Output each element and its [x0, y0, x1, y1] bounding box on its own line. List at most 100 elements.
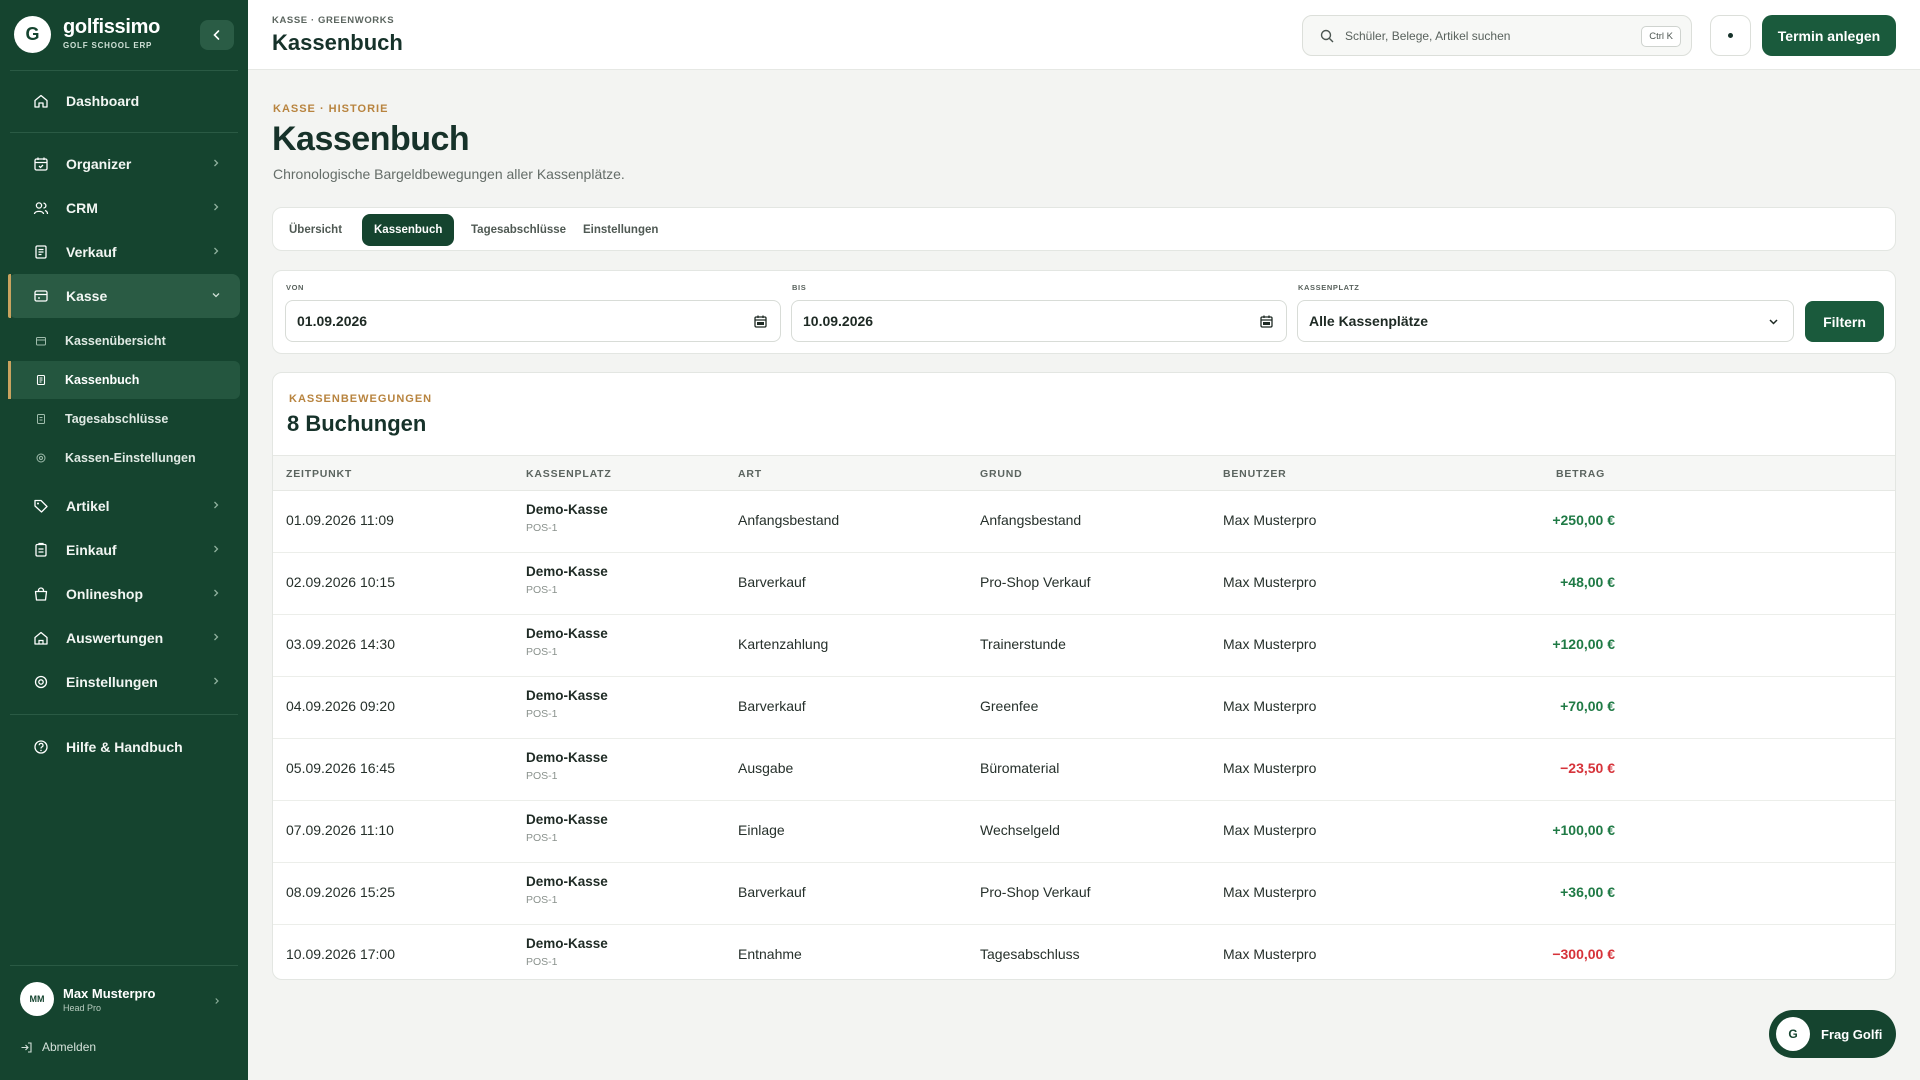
table-row[interactable]: 04.09.2026 09:20 Demo-Kasse POS-1 Barverkau… — [273, 677, 1895, 739]
calendar-icon[interactable] — [753, 314, 768, 329]
cell-time: 01.09.2026 11:09 — [286, 512, 394, 528]
sidebar-item-auswertungen[interactable]: Auswertungen — [8, 616, 240, 660]
sidebar-subitem-kassen-einstellungen[interactable]: Kassen-Einstellungen — [8, 439, 240, 477]
sidebar-divider — [10, 132, 238, 133]
cell-user: Max Musterpro — [1223, 946, 1317, 962]
sidebar-item-organizer[interactable]: Organizer — [8, 142, 240, 186]
user-menu[interactable]: MM Max Musterpro Head Pro — [0, 966, 248, 1026]
column-header[interactable]: ZEITPUNKT — [286, 468, 352, 480]
tag-icon — [32, 497, 50, 515]
settings-icon — [34, 451, 48, 465]
chevron-right-icon — [215, 998, 220, 1004]
receipt-icon — [32, 243, 50, 261]
cell-amount: +100,00 € — [1552, 822, 1615, 838]
cell-amount: −23,50 € — [1560, 760, 1615, 776]
sidebar-item-hilfe[interactable]: Hilfe & Handbuch — [8, 725, 240, 769]
column-header[interactable]: GRUND — [980, 468, 1023, 480]
calendar-icon[interactable] — [1259, 314, 1274, 329]
register-pos: POS-1 — [526, 708, 558, 720]
gear-icon — [32, 673, 50, 691]
tab-uebersicht[interactable]: Übersicht — [277, 214, 354, 246]
table-row[interactable]: 08.09.2026 15:25 Demo-Kasse POS-1 Barverkau… — [273, 863, 1895, 925]
register-label: KASSENPLATZ — [1298, 283, 1360, 292]
tab-kassenbuch[interactable]: Kassenbuch — [362, 214, 455, 246]
user-role: Head Pro — [63, 1003, 102, 1013]
sidebar-item-verkauf[interactable]: Verkauf — [8, 230, 240, 274]
brand-name: golfissimo — [63, 16, 161, 38]
register-name: Demo-Kasse — [526, 626, 608, 641]
sidebar-item-label: Auswertungen — [66, 630, 164, 646]
table-row[interactable]: 05.09.2026 16:45 Demo-Kasse POS-1 Ausgabe Bü… — [273, 739, 1895, 801]
sidebar-item-artikel[interactable]: Artikel — [8, 484, 240, 528]
cell-amount: +250,00 € — [1552, 512, 1615, 528]
filter-button[interactable]: Filtern — [1805, 301, 1884, 342]
table-row[interactable]: 02.09.2026 10:15 Demo-Kasse POS-1 Barverkau… — [273, 553, 1895, 615]
card-title: 8 Buchungen — [287, 411, 427, 436]
cell-reason: Pro-Shop Verkauf — [980, 574, 1091, 590]
chevron-left-icon — [213, 30, 220, 40]
sidebar-subitem-kassenbuch[interactable]: Kassenbuch — [8, 361, 240, 399]
column-header[interactable]: ART — [738, 468, 762, 480]
cell-type: Anfangsbestand — [738, 512, 840, 528]
cell-amount: +36,00 € — [1560, 884, 1615, 900]
sidebar-item-onlineshop[interactable]: Onlineshop — [8, 572, 240, 616]
register-pos: POS-1 — [526, 832, 558, 844]
avatar: MM — [20, 982, 54, 1016]
register-pos: POS-1 — [526, 894, 558, 906]
document-icon — [34, 412, 48, 426]
cell-user: Max Musterpro — [1223, 760, 1317, 776]
column-header[interactable]: BENUTZER — [1223, 468, 1287, 480]
sidebar-subitem-kassenuebersicht[interactable]: Kassenübersicht — [8, 322, 240, 360]
sidebar-item-label: Onlineshop — [66, 586, 143, 602]
table-row[interactable]: 01.09.2026 11:09 Demo-Kasse POS-1 Anfangsbe… — [273, 491, 1895, 553]
register-pos: POS-1 — [526, 646, 558, 658]
sidebar-item-crm[interactable]: CRM — [8, 186, 240, 230]
sidebar-item-einstellungen[interactable]: Einstellungen — [8, 660, 240, 704]
tab-tagesabschluesse[interactable]: Tagesabschlüsse — [459, 214, 578, 246]
assistant-logo: G — [1776, 1017, 1810, 1051]
search-input[interactable] — [1345, 25, 1625, 47]
register-icon — [34, 334, 48, 348]
create-appointment-button[interactable]: Termin anlegen — [1762, 15, 1896, 56]
cell-amount: −300,00 € — [1552, 946, 1615, 962]
cell-type: Ausgabe — [738, 760, 794, 776]
logout-link[interactable]: Abmelden — [20, 1040, 96, 1054]
column-header[interactable]: BETRAG — [1556, 468, 1605, 480]
column-header[interactable]: KASSENPLATZ — [526, 468, 612, 480]
from-date-field[interactable]: 01.09.2026 — [285, 300, 781, 342]
sidebar-item-label: Dashboard — [66, 93, 140, 109]
topbar: KASSE · GREENWORKS Kassenbuch Ctrl K Ter… — [248, 0, 1920, 70]
cell-register: Demo-Kasse POS-1 — [526, 564, 608, 596]
register-pos: POS-1 — [526, 522, 558, 534]
cell-register: Demo-Kasse POS-1 — [526, 812, 608, 844]
cell-amount: +48,00 € — [1560, 574, 1615, 590]
sidebar-item-kasse[interactable]: Kasse — [8, 274, 240, 318]
table-row[interactable]: 07.09.2026 11:10 Demo-Kasse POS-1 Einlage We… — [273, 801, 1895, 863]
cell-reason: Anfangsbestand — [980, 512, 1082, 528]
chevron-right-icon — [214, 677, 219, 685]
sidebar-subitem-label: Kassenübersicht — [65, 334, 166, 348]
to-label: BIS — [792, 283, 807, 292]
to-date-field[interactable]: 10.09.2026 — [791, 300, 1287, 342]
sidebar-divider — [10, 70, 238, 71]
sidebar-divider — [10, 714, 238, 715]
collapse-sidebar-button[interactable] — [200, 20, 234, 50]
register-select[interactable]: Alle Kassenplätze — [1297, 300, 1794, 342]
chevron-down-icon — [212, 293, 220, 298]
clipboard-icon — [32, 541, 50, 559]
search-shortcut-badge: Ctrl K — [1641, 26, 1681, 47]
sidebar-item-einkauf[interactable]: Einkauf — [8, 528, 240, 572]
table-row[interactable]: 03.09.2026 14:30 Demo-Kasse POS-1 Kartenzah… — [273, 615, 1895, 677]
assistant-button[interactable]: G Frag Golfi — [1769, 1010, 1896, 1058]
cell-user: Max Musterpro — [1223, 884, 1317, 900]
sidebar-item-label: Kasse — [66, 288, 108, 304]
global-search[interactable]: Ctrl K — [1302, 15, 1692, 56]
notifications-button[interactable] — [1710, 15, 1751, 56]
tab-einstellungen[interactable]: Einstellungen — [571, 214, 670, 246]
cell-type: Entnahme — [738, 946, 802, 962]
cell-time: 08.09.2026 15:25 — [286, 884, 395, 900]
cell-reason: Büromaterial — [980, 760, 1060, 776]
sidebar-subitem-tagesabschluesse[interactable]: Tagesabschlüsse — [8, 400, 240, 438]
table-row[interactable]: 10.09.2026 17:00 Demo-Kasse POS-1 Entnahme T… — [273, 925, 1895, 979]
sidebar-item-dashboard[interactable]: Dashboard — [8, 79, 240, 123]
